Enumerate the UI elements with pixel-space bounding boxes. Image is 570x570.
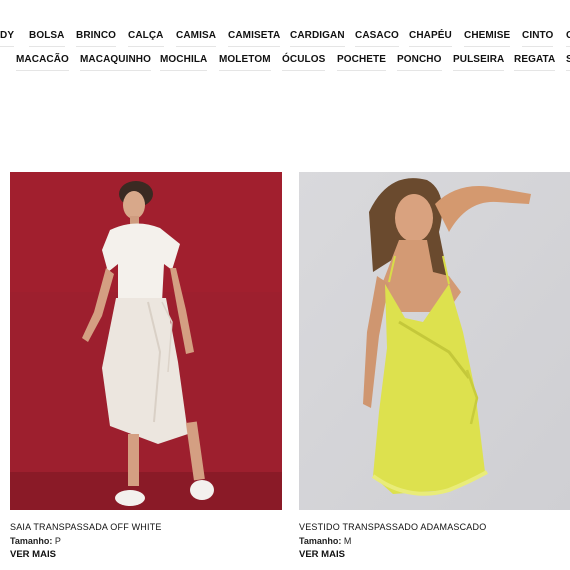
- category-link[interactable]: ÓCULOS: [282, 54, 326, 71]
- category-link[interactable]: MOLETOM: [219, 54, 271, 71]
- category-link[interactable]: PULSEIRA: [453, 54, 505, 71]
- category-link[interactable]: PONCHO: [397, 54, 442, 71]
- category-link[interactable]: CASACO: [355, 30, 399, 47]
- product-size: Tamanho: P: [10, 536, 61, 546]
- see-more-link[interactable]: VER MAIS: [10, 549, 56, 560]
- size-value: M: [343, 536, 352, 546]
- category-link[interactable]: MOCHILA: [160, 54, 208, 71]
- size-label: Tamanho:: [10, 536, 53, 546]
- category-link[interactable]: BRINCO: [76, 30, 117, 47]
- size-value: P: [54, 536, 61, 546]
- category-link[interactable]: MACAQUINHO: [80, 54, 151, 71]
- product-card[interactable]: VESTIDO TRANSPASSADO ADAMASCADO Tamanho:…: [299, 172, 570, 560]
- category-link[interactable]: CAMISETA: [228, 30, 281, 47]
- product-title[interactable]: SAIA TRANSPASSADA OFF WHITE: [10, 522, 162, 532]
- category-link[interactable]: CHEMISE: [464, 30, 511, 47]
- category-link[interactable]: BOLSA: [29, 30, 65, 47]
- category-link[interactable]: REGATA: [514, 54, 556, 71]
- category-link[interactable]: CALÇA: [128, 30, 164, 47]
- category-link[interactable]: S: [566, 54, 570, 71]
- category-link[interactable]: CINTO: [522, 30, 554, 47]
- category-link[interactable]: MACACÃO: [16, 54, 69, 71]
- product-image[interactable]: [299, 172, 570, 510]
- category-link[interactable]: POCHETE: [337, 54, 387, 71]
- size-label: Tamanho:: [299, 536, 342, 546]
- category-link[interactable]: CHAPÉU: [409, 30, 452, 47]
- product-size: Tamanho: M: [299, 536, 351, 546]
- see-more-link[interactable]: VER MAIS: [299, 549, 345, 560]
- category-link[interactable]: C: [566, 30, 570, 47]
- category-link[interactable]: CAMISA: [176, 30, 217, 47]
- product-image[interactable]: [10, 172, 282, 510]
- product-card[interactable]: SAIA TRANSPASSADA OFF WHITE Tamanho: P V…: [10, 172, 282, 560]
- category-link[interactable]: DY: [0, 30, 15, 47]
- category-link[interactable]: CARDIGAN: [290, 30, 345, 47]
- product-title[interactable]: VESTIDO TRANSPASSADO ADAMASCADO: [299, 522, 486, 532]
